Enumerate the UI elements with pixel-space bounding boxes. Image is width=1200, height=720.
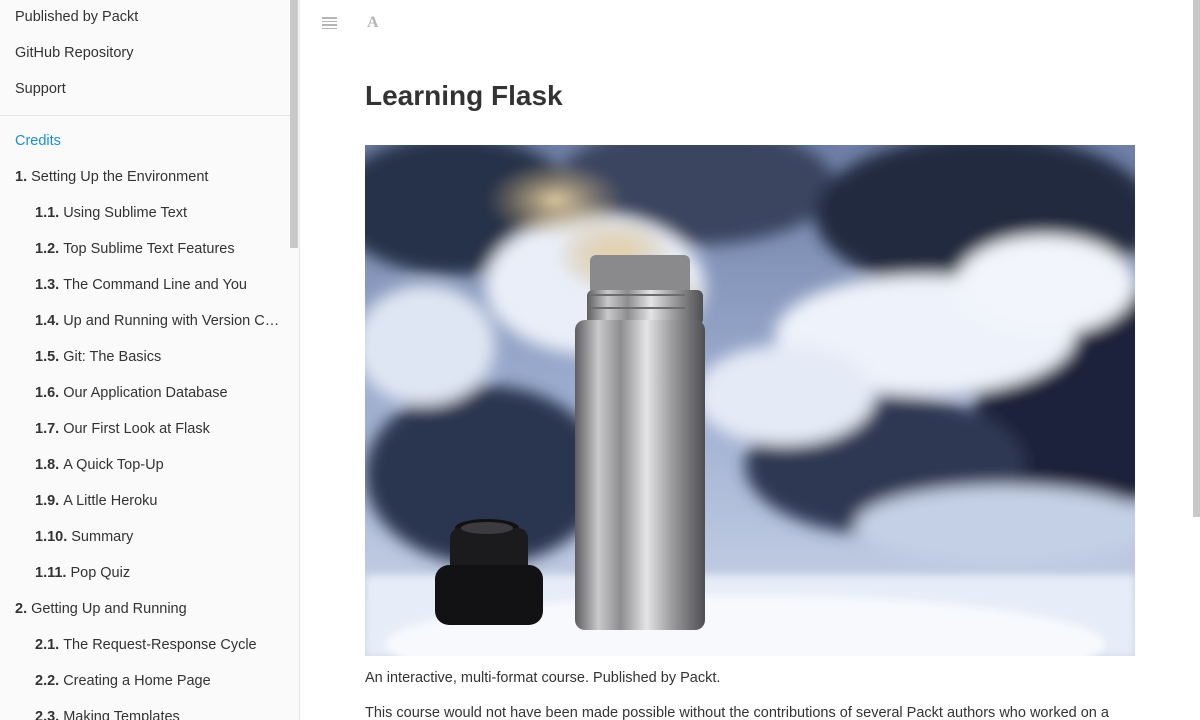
toc-item-label: Summary [71, 529, 134, 545]
toc-item-number: 1.6. [35, 385, 60, 401]
toc-item-number: 1.11. [35, 565, 67, 581]
toc-item-label: Creating a Home Page [63, 673, 211, 689]
sidebar-link-published-by-packt[interactable]: Published by Packt [0, 0, 290, 35]
toc-item-1-3[interactable]: 1.3. The Command Line and You [0, 267, 290, 303]
sidebar-divider [0, 115, 290, 116]
toc-item-chapter-2[interactable]: 2. Getting Up and Running [0, 591, 290, 627]
toc-item-number: 1.1. [35, 205, 60, 221]
reader-app: Published by Packt GitHub Repository Sup… [0, 0, 1200, 720]
toc-item-number: 1.5. [35, 349, 60, 365]
toc-item-1-6[interactable]: 1.6. Our Application Database [0, 375, 290, 411]
toc-item-1-8[interactable]: 1.8. A Quick Top-Up [0, 447, 290, 483]
toc-item-number: 1.7. [35, 421, 60, 437]
sidebar-scrollbar[interactable] [290, 0, 298, 248]
toc-item-1-9[interactable]: 1.9. A Little Heroku [0, 483, 290, 519]
toc-item-number: 1.3. [35, 277, 60, 293]
toc-item-2-1[interactable]: 2.1. The Request-Response Cycle [0, 627, 290, 663]
sidebar-link-label: GitHub Repository [15, 45, 134, 61]
toc-item-label: Setting Up the Environment [31, 169, 209, 185]
credits-paragraph: This course would not have been made pos… [365, 705, 1109, 720]
toc-item-number: 2.3. [35, 709, 60, 720]
toc-item-label: Using Sublime Text [63, 205, 188, 221]
sidebar-link-github-repository[interactable]: GitHub Repository [0, 35, 290, 71]
main-content: A Learning Flask An interactive, multi-f… [300, 0, 1192, 720]
toc-item-number: 1.2. [35, 241, 60, 257]
toc-item-2-3[interactable]: 2.3. Making Templates [0, 699, 290, 720]
toc-item-label: Getting Up and Running [31, 601, 187, 617]
font-settings-icon[interactable]: A [367, 14, 379, 32]
toc-item-number: 1.10. [35, 529, 68, 545]
toc-item-number: 2.1. [35, 637, 60, 653]
toc-item-1-7[interactable]: 1.7. Our First Look at Flask [0, 411, 290, 447]
toc-item-label: Top Sublime Text Features [63, 241, 235, 257]
toc-item-number: 1.9. [35, 493, 60, 509]
toc-item-number: 2.2. [35, 673, 60, 689]
toc-item-number: 2. [15, 601, 28, 617]
toc-item-label: Pop Quiz [70, 565, 131, 581]
toc-item-1-11[interactable]: 1.11. Pop Quiz [0, 555, 290, 591]
toc-item-1-2[interactable]: 1.2. Top Sublime Text Features [0, 231, 290, 267]
toc-item-1-1[interactable]: 1.1. Using Sublime Text [0, 195, 290, 231]
toc-item-label: Our First Look at Flask [63, 421, 210, 437]
toc-item-number: 1.8. [35, 457, 60, 473]
toc-item-label: Making Templates [63, 709, 180, 720]
toc-item-1-4[interactable]: 1.4. Up and Running with Version Co... [0, 303, 290, 339]
toc-item-chapter-1[interactable]: 1. Setting Up the Environment [0, 159, 290, 195]
page-scrollbar[interactable] [1193, 0, 1200, 517]
toc-item-label: Our Application Database [63, 385, 228, 401]
toc-item-label: A Quick Top-Up [63, 457, 164, 473]
toc-item-2-2[interactable]: 2.2. Creating a Home Page [0, 663, 290, 699]
sidebar-link-label: Support [15, 81, 66, 97]
toc-item-credits[interactable]: Credits [0, 123, 290, 159]
sidebar-top-links: Published by Packt GitHub Repository Sup… [0, 0, 290, 107]
page-title: Learning Flask [365, 80, 563, 111]
toc-item-label: Up and Running with Version Co... [63, 313, 285, 329]
course-description: An interactive, multi-format course. Pub… [365, 670, 721, 686]
hamburger-menu-icon[interactable] [322, 17, 337, 30]
toc-item-1-10[interactable]: 1.10. Summary [0, 519, 290, 555]
sidebar-link-support[interactable]: Support [0, 71, 290, 107]
table-of-contents: Credits 1. Setting Up the Environment 1.1… [0, 123, 290, 720]
toc-item-label: Credits [15, 133, 61, 149]
toc-item-1-5[interactable]: 1.5. Git: The Basics [0, 339, 290, 375]
toc-item-number: 1. [15, 169, 28, 185]
cover-image [365, 145, 1135, 656]
toolbar: A [300, 0, 1192, 48]
toc-item-label: The Request-Response Cycle [63, 637, 257, 653]
toc-item-label: A Little Heroku [63, 493, 158, 509]
toc-item-label: Git: The Basics [63, 349, 162, 365]
toc-item-label: The Command Line and You [63, 277, 247, 293]
sidebar-link-label: Published by Packt [15, 9, 139, 25]
toc-item-number: 1.4. [35, 313, 60, 329]
sidebar: Published by Packt GitHub Repository Sup… [0, 0, 300, 720]
